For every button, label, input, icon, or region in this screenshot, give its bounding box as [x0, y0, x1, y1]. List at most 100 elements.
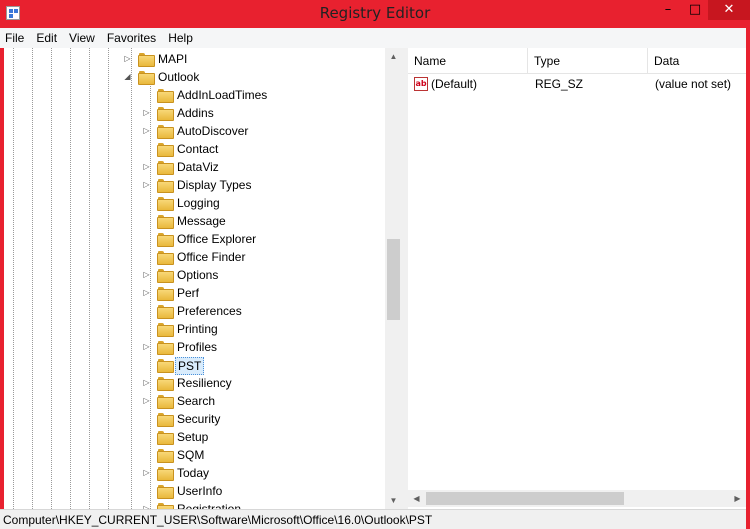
folder-icon	[157, 250, 174, 265]
tree-node-label[interactable]: AddInLoadTimes	[175, 86, 269, 104]
tree-node-label[interactable]: DataViz	[175, 158, 221, 176]
tree-node[interactable]: ▷ AutoDiscover	[4, 122, 384, 140]
menu-view[interactable]: View	[63, 28, 101, 48]
tree-node[interactable]: ▷ Search	[4, 392, 384, 410]
value-row[interactable]: ab (Default) REG_SZ (value not set)	[408, 75, 746, 93]
expand-arrow-icon[interactable]: ▷	[142, 392, 151, 410]
tree-node-label[interactable]: SQM	[175, 446, 206, 464]
tree-node-label[interactable]: Options	[175, 266, 220, 284]
folder-icon	[138, 70, 155, 85]
value-data: (value not set)	[655, 77, 732, 91]
tree-node[interactable]: Preferences	[4, 302, 384, 320]
tree-node-spacer	[142, 248, 151, 266]
tree-node[interactable]: ▷ DataViz	[4, 158, 384, 176]
menu-help[interactable]: Help	[162, 28, 199, 48]
tree-node[interactable]: Office Finder	[4, 248, 384, 266]
tree-node[interactable]: Security	[4, 410, 384, 428]
tree-node-label[interactable]: Logging	[175, 194, 222, 212]
tree-node[interactable]: UserInfo	[4, 482, 384, 500]
tree-node-label[interactable]: Resiliency	[175, 374, 234, 392]
list-horizontal-scrollbar[interactable]: ◀ ▶	[408, 490, 746, 507]
expand-arrow-icon[interactable]: ▷	[123, 50, 132, 68]
tree-node-label[interactable]: Search	[175, 392, 217, 410]
tree-node[interactable]: Message	[4, 212, 384, 230]
maximize-button[interactable]: □	[682, 0, 708, 20]
tree-node[interactable]: ▷ Display Types	[4, 176, 384, 194]
tree-node-label[interactable]: Security	[175, 410, 222, 428]
tree-node-spacer	[142, 482, 151, 500]
tree-node[interactable]: ▷ Perf	[4, 284, 384, 302]
folder-icon	[157, 196, 174, 211]
tree-node-label[interactable]: Office Explorer	[175, 230, 258, 248]
expand-arrow-icon[interactable]: ▷	[142, 374, 151, 392]
close-button[interactable]: ✕	[708, 0, 750, 20]
expand-arrow-icon[interactable]: ◢	[123, 68, 132, 86]
column-header-data[interactable]: Data	[648, 48, 746, 74]
scroll-right-arrow-icon[interactable]: ▶	[729, 490, 746, 507]
tree-node-label[interactable]: PST	[175, 357, 205, 375]
tree-node-label[interactable]: Setup	[175, 428, 210, 446]
tree-node-label[interactable]: Perf	[175, 284, 201, 302]
tree-node-label[interactable]: UserInfo	[175, 482, 224, 500]
tree-node[interactable]: Logging	[4, 194, 384, 212]
tree-node-label[interactable]: Registration	[175, 500, 243, 509]
scroll-up-arrow-icon[interactable]: ▲	[385, 48, 402, 65]
tree-node-label[interactable]: Today	[175, 464, 211, 482]
tree-node-label[interactable]: Office Finder	[175, 248, 247, 266]
list-scroll-thumb[interactable]	[426, 492, 624, 505]
column-header-name[interactable]: Name	[408, 48, 528, 74]
value-type: REG_SZ	[535, 77, 584, 91]
tree-node[interactable]: ▷ Resiliency	[4, 374, 384, 392]
tree-node[interactable]: Contact	[4, 140, 384, 158]
tree-node[interactable]: ▷ Profiles	[4, 338, 384, 356]
tree-node[interactable]: AddInLoadTimes	[4, 86, 384, 104]
tree-scroll-thumb[interactable]	[387, 239, 400, 320]
tree-node-label[interactable]: Contact	[175, 140, 220, 158]
expand-arrow-icon[interactable]: ▷	[142, 104, 151, 122]
expand-arrow-icon[interactable]: ▷	[142, 176, 151, 194]
tree-node[interactable]: ▷ Options	[4, 266, 384, 284]
tree-node[interactable]: ◢ Outlook	[4, 68, 384, 86]
tree-vertical-scrollbar[interactable]: ▲ ▼	[385, 48, 402, 509]
tree-node[interactable]: Setup	[4, 428, 384, 446]
folder-icon	[157, 484, 174, 499]
tree-node[interactable]: ▷ MAPI	[4, 50, 384, 68]
tree-node-label[interactable]: MAPI	[156, 50, 189, 68]
folder-icon	[157, 466, 174, 481]
registry-values-list[interactable]: Name Type Data ab (Default) REG_SZ (valu…	[408, 48, 746, 509]
expand-arrow-icon[interactable]: ▷	[142, 266, 151, 284]
tree-node-label[interactable]: Message	[175, 212, 228, 230]
expand-arrow-icon[interactable]: ▷	[142, 500, 151, 509]
tree-node-label[interactable]: Profiles	[175, 338, 219, 356]
tree-node[interactable]: PST	[4, 356, 384, 375]
tree-node[interactable]: Office Explorer	[4, 230, 384, 248]
tree-node-label[interactable]: Printing	[175, 320, 220, 338]
menu-edit[interactable]: Edit	[30, 28, 63, 48]
tree-node[interactable]: SQM	[4, 446, 384, 464]
tree-node-label[interactable]: AutoDiscover	[175, 122, 250, 140]
tree-node[interactable]: Printing	[4, 320, 384, 338]
tree-node[interactable]: ▷ Registration	[4, 500, 384, 509]
column-header-type[interactable]: Type	[528, 48, 648, 74]
registry-key-tree[interactable]: ▷ MAPI ◢ Outlook AddInLoadTimes ▷ Addins ▷ AutoD…	[4, 48, 402, 509]
expand-arrow-icon[interactable]: ▷	[142, 464, 151, 482]
minimize-button[interactable]: –	[656, 0, 680, 20]
tree-node-spacer	[142, 194, 151, 212]
tree-node[interactable]: ▷ Addins	[4, 104, 384, 122]
tree-node-label[interactable]: Preferences	[175, 302, 244, 320]
menu-favorites[interactable]: Favorites	[101, 28, 162, 48]
expand-arrow-icon[interactable]: ▷	[142, 158, 151, 176]
expand-arrow-icon[interactable]: ▷	[142, 284, 151, 302]
menu-file[interactable]: File	[0, 28, 30, 48]
tree-node-label[interactable]: Addins	[175, 104, 216, 122]
scroll-left-arrow-icon[interactable]: ◀	[408, 490, 425, 507]
tree-node[interactable]: ▷ Today	[4, 464, 384, 482]
expand-arrow-icon[interactable]: ▷	[142, 122, 151, 140]
folder-icon	[157, 268, 174, 283]
expand-arrow-icon[interactable]: ▷	[142, 338, 151, 356]
tree-node-label[interactable]: Outlook	[156, 68, 201, 86]
scroll-down-arrow-icon[interactable]: ▼	[385, 492, 402, 509]
tree-node-spacer	[142, 86, 151, 104]
folder-icon	[157, 286, 174, 301]
tree-node-label[interactable]: Display Types	[175, 176, 253, 194]
